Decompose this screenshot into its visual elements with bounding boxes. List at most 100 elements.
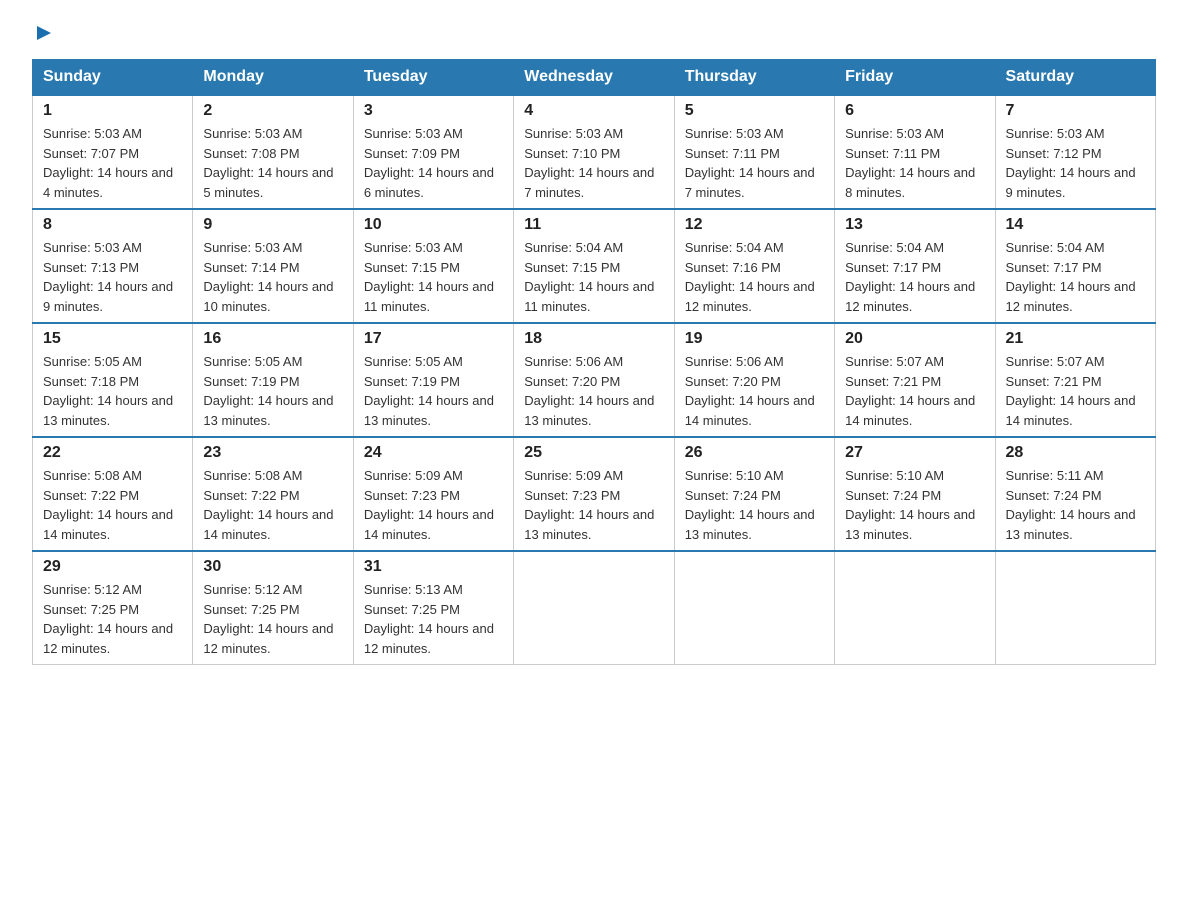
page-header [32,24,1156,47]
calendar-cell [674,551,834,665]
calendar-cell: 13 Sunrise: 5:04 AMSunset: 7:17 PMDaylig… [835,209,995,323]
day-info: Sunrise: 5:03 AMSunset: 7:11 PMDaylight:… [685,126,815,200]
calendar-week-row: 1 Sunrise: 5:03 AMSunset: 7:07 PMDayligh… [33,95,1156,209]
day-info: Sunrise: 5:10 AMSunset: 7:24 PMDaylight:… [845,468,975,542]
day-number: 22 [43,444,182,462]
day-number: 26 [685,444,824,462]
day-info: Sunrise: 5:05 AMSunset: 7:19 PMDaylight:… [364,354,494,428]
calendar-table: SundayMondayTuesdayWednesdayThursdayFrid… [32,59,1156,665]
calendar-cell: 3 Sunrise: 5:03 AMSunset: 7:09 PMDayligh… [353,95,513,209]
calendar-cell: 12 Sunrise: 5:04 AMSunset: 7:16 PMDaylig… [674,209,834,323]
day-info: Sunrise: 5:09 AMSunset: 7:23 PMDaylight:… [364,468,494,542]
calendar-week-row: 8 Sunrise: 5:03 AMSunset: 7:13 PMDayligh… [33,209,1156,323]
calendar-week-row: 15 Sunrise: 5:05 AMSunset: 7:18 PMDaylig… [33,323,1156,437]
day-info: Sunrise: 5:03 AMSunset: 7:09 PMDaylight:… [364,126,494,200]
calendar-cell [514,551,674,665]
calendar-cell: 14 Sunrise: 5:04 AMSunset: 7:17 PMDaylig… [995,209,1155,323]
calendar-cell: 19 Sunrise: 5:06 AMSunset: 7:20 PMDaylig… [674,323,834,437]
calendar-cell: 24 Sunrise: 5:09 AMSunset: 7:23 PMDaylig… [353,437,513,551]
day-number: 8 [43,216,182,234]
day-number: 16 [203,330,342,348]
day-info: Sunrise: 5:08 AMSunset: 7:22 PMDaylight:… [203,468,333,542]
day-info: Sunrise: 5:12 AMSunset: 7:25 PMDaylight:… [203,582,333,656]
calendar-cell: 6 Sunrise: 5:03 AMSunset: 7:11 PMDayligh… [835,95,995,209]
calendar-cell: 18 Sunrise: 5:06 AMSunset: 7:20 PMDaylig… [514,323,674,437]
day-number: 19 [685,330,824,348]
day-info: Sunrise: 5:03 AMSunset: 7:12 PMDaylight:… [1006,126,1136,200]
day-info: Sunrise: 5:11 AMSunset: 7:24 PMDaylight:… [1006,468,1136,542]
day-number: 1 [43,102,182,120]
day-info: Sunrise: 5:04 AMSunset: 7:15 PMDaylight:… [524,240,654,314]
day-number: 31 [364,558,503,576]
day-number: 12 [685,216,824,234]
day-info: Sunrise: 5:10 AMSunset: 7:24 PMDaylight:… [685,468,815,542]
day-info: Sunrise: 5:12 AMSunset: 7:25 PMDaylight:… [43,582,173,656]
calendar-cell: 28 Sunrise: 5:11 AMSunset: 7:24 PMDaylig… [995,437,1155,551]
calendar-cell: 10 Sunrise: 5:03 AMSunset: 7:15 PMDaylig… [353,209,513,323]
calendar-cell: 5 Sunrise: 5:03 AMSunset: 7:11 PMDayligh… [674,95,834,209]
calendar-cell: 16 Sunrise: 5:05 AMSunset: 7:19 PMDaylig… [193,323,353,437]
day-info: Sunrise: 5:03 AMSunset: 7:08 PMDaylight:… [203,126,333,200]
day-number: 27 [845,444,984,462]
day-info: Sunrise: 5:03 AMSunset: 7:11 PMDaylight:… [845,126,975,200]
calendar-cell: 8 Sunrise: 5:03 AMSunset: 7:13 PMDayligh… [33,209,193,323]
day-number: 21 [1006,330,1145,348]
day-number: 25 [524,444,663,462]
day-info: Sunrise: 5:04 AMSunset: 7:17 PMDaylight:… [845,240,975,314]
day-info: Sunrise: 5:07 AMSunset: 7:21 PMDaylight:… [1006,354,1136,428]
calendar-cell: 23 Sunrise: 5:08 AMSunset: 7:22 PMDaylig… [193,437,353,551]
calendar-day-header: Friday [835,60,995,96]
day-info: Sunrise: 5:03 AMSunset: 7:15 PMDaylight:… [364,240,494,314]
day-number: 2 [203,102,342,120]
calendar-cell: 1 Sunrise: 5:03 AMSunset: 7:07 PMDayligh… [33,95,193,209]
calendar-cell: 17 Sunrise: 5:05 AMSunset: 7:19 PMDaylig… [353,323,513,437]
day-info: Sunrise: 5:03 AMSunset: 7:07 PMDaylight:… [43,126,173,200]
calendar-cell: 22 Sunrise: 5:08 AMSunset: 7:22 PMDaylig… [33,437,193,551]
calendar-cell [835,551,995,665]
day-info: Sunrise: 5:07 AMSunset: 7:21 PMDaylight:… [845,354,975,428]
calendar-cell: 26 Sunrise: 5:10 AMSunset: 7:24 PMDaylig… [674,437,834,551]
calendar-cell: 11 Sunrise: 5:04 AMSunset: 7:15 PMDaylig… [514,209,674,323]
day-info: Sunrise: 5:05 AMSunset: 7:18 PMDaylight:… [43,354,173,428]
calendar-header-row: SundayMondayTuesdayWednesdayThursdayFrid… [33,60,1156,96]
day-info: Sunrise: 5:04 AMSunset: 7:16 PMDaylight:… [685,240,815,314]
day-number: 20 [845,330,984,348]
day-number: 18 [524,330,663,348]
calendar-cell: 29 Sunrise: 5:12 AMSunset: 7:25 PMDaylig… [33,551,193,665]
day-info: Sunrise: 5:03 AMSunset: 7:13 PMDaylight:… [43,240,173,314]
day-number: 5 [685,102,824,120]
day-info: Sunrise: 5:06 AMSunset: 7:20 PMDaylight:… [524,354,654,428]
calendar-week-row: 22 Sunrise: 5:08 AMSunset: 7:22 PMDaylig… [33,437,1156,551]
calendar-day-header: Wednesday [514,60,674,96]
day-number: 10 [364,216,503,234]
day-number: 15 [43,330,182,348]
calendar-cell: 25 Sunrise: 5:09 AMSunset: 7:23 PMDaylig… [514,437,674,551]
calendar-cell: 7 Sunrise: 5:03 AMSunset: 7:12 PMDayligh… [995,95,1155,209]
calendar-cell: 30 Sunrise: 5:12 AMSunset: 7:25 PMDaylig… [193,551,353,665]
day-number: 3 [364,102,503,120]
day-number: 9 [203,216,342,234]
day-number: 29 [43,558,182,576]
calendar-cell: 15 Sunrise: 5:05 AMSunset: 7:18 PMDaylig… [33,323,193,437]
day-info: Sunrise: 5:13 AMSunset: 7:25 PMDaylight:… [364,582,494,656]
calendar-cell [995,551,1155,665]
day-info: Sunrise: 5:05 AMSunset: 7:19 PMDaylight:… [203,354,333,428]
day-number: 6 [845,102,984,120]
day-info: Sunrise: 5:03 AMSunset: 7:10 PMDaylight:… [524,126,654,200]
day-number: 7 [1006,102,1145,120]
calendar-cell: 20 Sunrise: 5:07 AMSunset: 7:21 PMDaylig… [835,323,995,437]
day-number: 11 [524,216,663,234]
calendar-week-row: 29 Sunrise: 5:12 AMSunset: 7:25 PMDaylig… [33,551,1156,665]
calendar-cell: 21 Sunrise: 5:07 AMSunset: 7:21 PMDaylig… [995,323,1155,437]
day-number: 28 [1006,444,1145,462]
calendar-cell: 2 Sunrise: 5:03 AMSunset: 7:08 PMDayligh… [193,95,353,209]
calendar-day-header: Saturday [995,60,1155,96]
calendar-cell: 9 Sunrise: 5:03 AMSunset: 7:14 PMDayligh… [193,209,353,323]
day-info: Sunrise: 5:06 AMSunset: 7:20 PMDaylight:… [685,354,815,428]
logo [32,24,53,47]
day-number: 17 [364,330,503,348]
calendar-day-header: Thursday [674,60,834,96]
day-number: 24 [364,444,503,462]
day-number: 23 [203,444,342,462]
calendar-cell: 4 Sunrise: 5:03 AMSunset: 7:10 PMDayligh… [514,95,674,209]
